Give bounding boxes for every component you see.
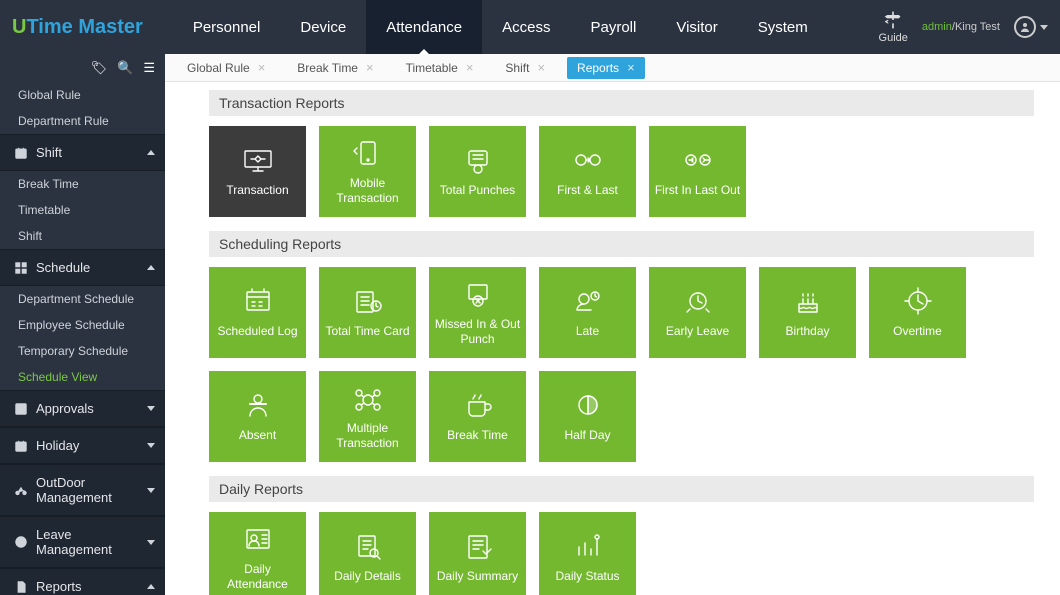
sidebar-tools: 🏷 🔍 ☰: [0, 54, 165, 82]
tile-scheduled-log[interactable]: Scheduled Log: [209, 267, 306, 358]
chevron-up-icon: [147, 150, 155, 155]
tab-break-time[interactable]: Break Time×: [287, 57, 383, 79]
sidebar-item-temporary-schedule[interactable]: Temporary Schedule: [0, 338, 165, 364]
sidebar-item-employee-schedule[interactable]: Employee Schedule: [0, 312, 165, 338]
guide-button[interactable]: Guide: [879, 10, 908, 44]
user-name: King Test: [955, 21, 1000, 33]
sidebar: 🏷 🔍 ☰ Global RuleDepartment RuleShiftBre…: [0, 54, 165, 595]
avatar-icon: [1014, 16, 1036, 38]
section-header: Scheduling Reports: [209, 231, 1034, 257]
tile-first-last[interactable]: First & Last: [539, 126, 636, 217]
close-icon[interactable]: ×: [537, 61, 545, 74]
tab-global-rule[interactable]: Global Rule×: [177, 57, 275, 79]
tile-birthday[interactable]: Birthday: [759, 267, 856, 358]
user-text: admin/King Test: [922, 21, 1000, 33]
nav-attendance[interactable]: Attendance: [366, 0, 482, 54]
sidebar-group-leave-management[interactable]: Leave Management: [0, 516, 165, 568]
sidebar-item-department-rule[interactable]: Department Rule: [0, 108, 165, 134]
tile-daily-summary[interactable]: Daily Summary: [429, 512, 526, 595]
chevron-down-icon: [147, 406, 155, 411]
tile-overtime[interactable]: Overtime: [869, 267, 966, 358]
tag-icon[interactable]: 🏷: [91, 60, 108, 76]
chevron-down-icon: [147, 488, 155, 493]
tile-first-in-last-out[interactable]: First In Last Out: [649, 126, 746, 217]
logo-part2: Time: [26, 16, 72, 38]
tab-timetable[interactable]: Timetable×: [396, 57, 484, 79]
tile-break-time[interactable]: Break Time: [429, 371, 526, 462]
app-header: UTime Master PersonnelDeviceAttendanceAc…: [0, 0, 1060, 54]
nav-access[interactable]: Access: [482, 0, 570, 54]
content-area: Transaction Reports TransactionMobile Tra…: [165, 82, 1060, 595]
section-header: Daily Reports: [209, 476, 1034, 502]
tile-multiple-transaction[interactable]: Multiple Transaction: [319, 371, 416, 462]
sidebar-group-schedule[interactable]: Schedule: [0, 249, 165, 286]
nav-personnel[interactable]: Personnel: [173, 0, 281, 54]
search-icon[interactable]: 🔍: [117, 60, 133, 76]
section-header: Transaction Reports: [209, 90, 1034, 116]
tile-transaction[interactable]: Transaction: [209, 126, 306, 217]
sidebar-item-break-time[interactable]: Break Time: [0, 171, 165, 197]
list-icon[interactable]: ☰: [143, 60, 155, 76]
tile-daily-status[interactable]: Daily Status: [539, 512, 636, 595]
logo-part1: U: [12, 16, 26, 38]
tile-absent[interactable]: Absent: [209, 371, 306, 462]
header-right: Guide admin/King Test: [879, 10, 1048, 44]
sidebar-group-reports[interactable]: Reports: [0, 568, 165, 595]
tile-daily-attendance[interactable]: Daily Attendance: [209, 512, 306, 595]
main-area: Global Rule×Break Time×Timetable×Shift×R…: [165, 54, 1060, 595]
app-logo: UTime Master: [12, 16, 143, 39]
logo-part3: Master: [73, 16, 143, 38]
tab-bar: Global Rule× Break Time× Timetable× Shift× R…: [165, 54, 1060, 82]
sidebar-item-timetable[interactable]: Timetable: [0, 197, 165, 223]
close-icon[interactable]: ×: [627, 61, 635, 74]
sidebar-item-shift[interactable]: Shift: [0, 223, 165, 249]
chevron-down-icon: [147, 540, 155, 545]
tile-missed-in-out-punch[interactable]: Missed In & Out Punch: [429, 267, 526, 358]
sidebar-item-schedule-view[interactable]: Schedule View: [0, 364, 165, 390]
tile-daily-details[interactable]: Daily Details: [319, 512, 416, 595]
sidebar-group-shift[interactable]: Shift: [0, 134, 165, 171]
nav-visitor[interactable]: Visitor: [656, 0, 737, 54]
tile-total-time-card[interactable]: Total Time Card: [319, 267, 416, 358]
close-icon[interactable]: ×: [258, 61, 266, 74]
user-menu[interactable]: [1014, 16, 1048, 38]
user-admin-link[interactable]: admin: [922, 21, 952, 33]
tab-shift[interactable]: Shift×: [495, 57, 555, 79]
nav-system[interactable]: System: [738, 0, 828, 54]
chevron-down-icon: [147, 443, 155, 448]
chevron-up-icon: [147, 584, 155, 589]
tile-mobile-transaction[interactable]: Mobile Transaction: [319, 126, 416, 217]
sidebar-item-global-rule[interactable]: Global Rule: [0, 82, 165, 108]
sidebar-group-outdoor-management[interactable]: OutDoor Management: [0, 464, 165, 516]
chevron-up-icon: [147, 265, 155, 270]
guide-label: Guide: [879, 32, 908, 44]
tile-half-day[interactable]: Half Day: [539, 371, 636, 462]
nav-device[interactable]: Device: [280, 0, 366, 54]
sidebar-item-department-schedule[interactable]: Department Schedule: [0, 286, 165, 312]
tile-row: Daily AttendanceDaily DetailsDaily Summa…: [209, 512, 1034, 595]
chevron-down-icon: [1040, 25, 1048, 30]
signpost-icon: [883, 10, 903, 30]
main-nav: PersonnelDeviceAttendanceAccessPayrollVi…: [173, 0, 828, 54]
tab-reports[interactable]: Reports×: [567, 57, 645, 79]
sidebar-group-approvals[interactable]: Approvals: [0, 390, 165, 427]
close-icon[interactable]: ×: [366, 61, 374, 74]
tile-total-punches[interactable]: Total Punches: [429, 126, 526, 217]
tile-row: Scheduled LogTotal Time CardMissed In & …: [209, 267, 1034, 462]
close-icon[interactable]: ×: [466, 61, 474, 74]
tile-row: TransactionMobile TransactionTotal Punch…: [209, 126, 1034, 217]
sidebar-group-holiday[interactable]: Holiday: [0, 427, 165, 464]
tile-early-leave[interactable]: Early Leave: [649, 267, 746, 358]
nav-payroll[interactable]: Payroll: [570, 0, 656, 54]
tile-late[interactable]: Late: [539, 267, 636, 358]
